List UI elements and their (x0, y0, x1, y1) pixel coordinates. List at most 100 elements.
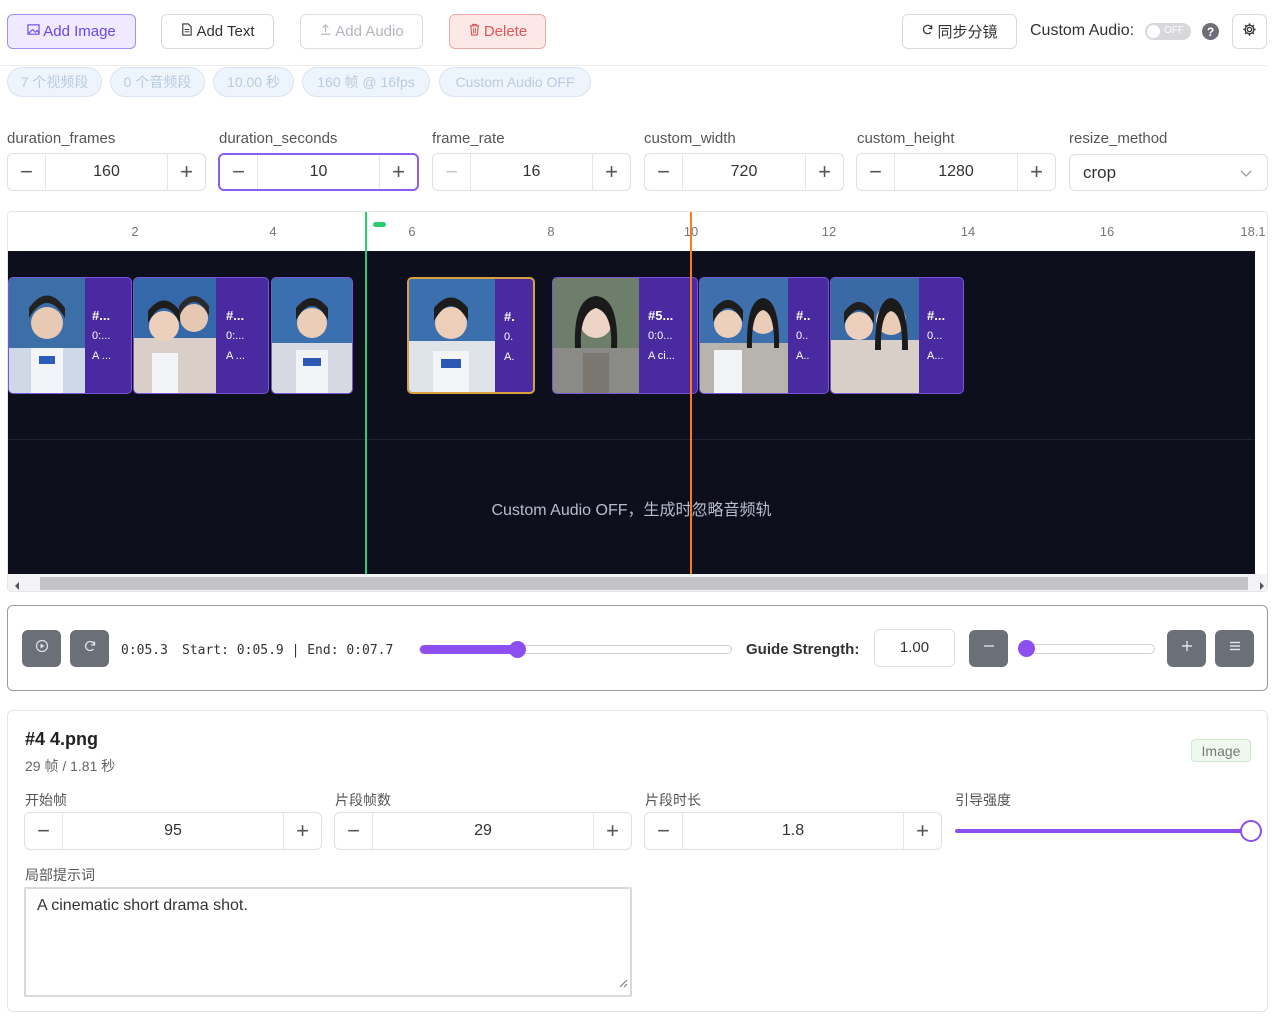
playback-controls: 0:05.3 Start: 0:05.9 | End: 0:07.7 Guide… (7, 605, 1268, 691)
increment-button[interactable]: + (593, 813, 631, 849)
decrement-button[interactable]: − (335, 813, 373, 849)
scrollbar-thumb[interactable] (40, 577, 1248, 590)
clip-title: #.. (796, 308, 811, 323)
ruler-tick: 16 (1099, 224, 1115, 239)
clip-thumbnail (9, 278, 85, 393)
clip-thumbnail (553, 278, 639, 393)
custom-audio-toggle[interactable]: OFF (1145, 23, 1191, 40)
add-audio-button[interactable]: Add Audio (300, 14, 423, 49)
scroll-left-icon[interactable] (13, 578, 21, 591)
custom-height-value[interactable]: 1280 (895, 163, 1017, 181)
video-clip[interactable]: #... 0:... A ... (133, 277, 269, 394)
delete-label: Delete (483, 23, 528, 40)
increase-strength-button[interactable] (1167, 630, 1206, 667)
delete-button[interactable]: Delete (449, 14, 546, 49)
playback-position-slider[interactable] (419, 641, 732, 658)
segment-duration-stepper[interactable]: − 1.8 + (644, 812, 942, 850)
ruler-tick: 2 (131, 224, 139, 239)
duration-frames-stepper[interactable]: − 160 + (7, 153, 206, 191)
clip-text: A ... (226, 350, 245, 362)
custom-width-stepper[interactable]: − 720 + (644, 153, 844, 191)
segment-duration-value[interactable]: 1.8 (683, 822, 903, 840)
toggle-knob (1147, 25, 1160, 38)
sync-storyboard-button[interactable]: 同步分镜 (902, 14, 1017, 49)
frame-rate-value[interactable]: 16 (471, 163, 592, 181)
clip-thumbnail (831, 278, 919, 393)
settings-button[interactable] (1232, 14, 1267, 49)
stat-duration: 10.00 秒 (213, 67, 294, 97)
frame-count-value[interactable]: 29 (373, 822, 593, 840)
video-clip[interactable] (271, 277, 353, 394)
playhead-end-marker[interactable] (690, 212, 692, 574)
slider-thumb[interactable] (1018, 640, 1035, 657)
help-icon[interactable]: ? (1202, 23, 1219, 40)
frame-rate-stepper[interactable]: − 16 + (432, 153, 631, 191)
decrement-button[interactable]: − (433, 154, 471, 190)
add-audio-label: Add Audio (335, 23, 404, 40)
custom-width-label: custom_width (644, 130, 736, 147)
segment-range: Start: 0:05.9 | End: 0:07.7 (182, 643, 394, 658)
slider-thumb[interactable] (509, 641, 526, 658)
custom-height-label: custom_height (857, 130, 955, 147)
add-text-button[interactable]: Add Text (161, 14, 274, 49)
decrease-strength-button[interactable] (969, 630, 1008, 667)
timeline-tracks[interactable]: #... 0:... A ... #... 0:... A ... #. 0. … (8, 251, 1255, 574)
increment-button[interactable]: + (379, 155, 417, 189)
menu-button[interactable] (1215, 630, 1254, 667)
resize-method-select[interactable]: crop (1069, 154, 1268, 191)
segment-subtitle: 29 帧 / 1.81 秒 (25, 758, 116, 774)
custom-width-value[interactable]: 720 (683, 163, 805, 181)
clip-title: #5... (648, 308, 674, 323)
clip-text: A ... (92, 350, 111, 362)
video-clip-selected[interactable]: #. 0. A. (407, 277, 535, 394)
decrement-button[interactable]: − (25, 813, 63, 849)
decrement-button[interactable]: − (645, 813, 683, 849)
playhead-handle[interactable] (373, 222, 386, 227)
increment-button[interactable]: + (283, 813, 321, 849)
decrement-button[interactable]: − (857, 154, 895, 190)
decrement-button[interactable]: − (645, 154, 683, 190)
local-prompt-textarea[interactable]: A cinematic short drama shot. (24, 887, 632, 997)
duration-seconds-stepper[interactable]: − 10 + (218, 153, 419, 191)
video-clip[interactable]: #.. 0.. A.. (699, 277, 829, 394)
clip-info: #... 0:... A ... (226, 306, 266, 366)
increment-button[interactable]: + (903, 813, 941, 849)
increment-button[interactable]: + (167, 154, 205, 190)
timeline-scrollbar[interactable] (8, 574, 1267, 591)
increment-button[interactable]: + (1017, 154, 1055, 190)
decrement-button[interactable]: − (220, 155, 258, 189)
video-clip[interactable]: #... 0:... A ... (8, 277, 132, 394)
custom-height-stepper[interactable]: − 1280 + (856, 153, 1056, 191)
increment-button[interactable]: + (805, 154, 843, 190)
clip-thumbnail (272, 278, 352, 393)
guide-strength-thumb[interactable] (1240, 820, 1262, 842)
local-prompt-label: 局部提示词 (25, 867, 95, 883)
video-clip[interactable]: #5... 0:0... A ci... (552, 277, 698, 394)
add-image-button[interactable]: Add Image (7, 14, 136, 49)
frame-count-stepper[interactable]: − 29 + (334, 812, 632, 850)
resize-grip-icon[interactable] (618, 975, 628, 993)
ruler-tick: 12 (821, 224, 837, 239)
guide-strength-range[interactable] (955, 829, 1252, 833)
guide-strength-input[interactable]: 1.00 (874, 629, 955, 667)
local-prompt-text: A cinematic short drama shot. (37, 897, 248, 914)
clip-info: #.. 0.. A.. (796, 306, 826, 366)
start-frame-stepper[interactable]: − 95 + (24, 812, 322, 850)
playhead-start-marker[interactable] (365, 212, 386, 574)
duration-seconds-value[interactable]: 10 (258, 163, 379, 181)
start-frame-value[interactable]: 95 (63, 822, 283, 840)
increment-button[interactable]: + (592, 154, 630, 190)
clip-thumbnail (134, 278, 216, 393)
chevron-down-icon (1239, 165, 1253, 185)
video-clip[interactable]: #... 0... A... (830, 277, 964, 394)
guide-strength-slider[interactable] (1018, 640, 1155, 657)
scroll-right-icon[interactable] (1258, 578, 1266, 591)
timeline[interactable]: 2 4 6 8 10 12 14 16 18.1 #... 0:... A ..… (7, 211, 1268, 592)
timeline-ruler[interactable]: 2 4 6 8 10 12 14 16 18.1 (8, 212, 1267, 251)
play-button[interactable] (22, 630, 61, 667)
reset-button[interactable] (70, 630, 109, 667)
stat-custom-audio: Custom Audio OFF (439, 67, 591, 97)
clip-time: 0:... (226, 330, 245, 342)
decrement-button[interactable]: − (8, 154, 46, 190)
duration-frames-value[interactable]: 160 (46, 163, 167, 181)
